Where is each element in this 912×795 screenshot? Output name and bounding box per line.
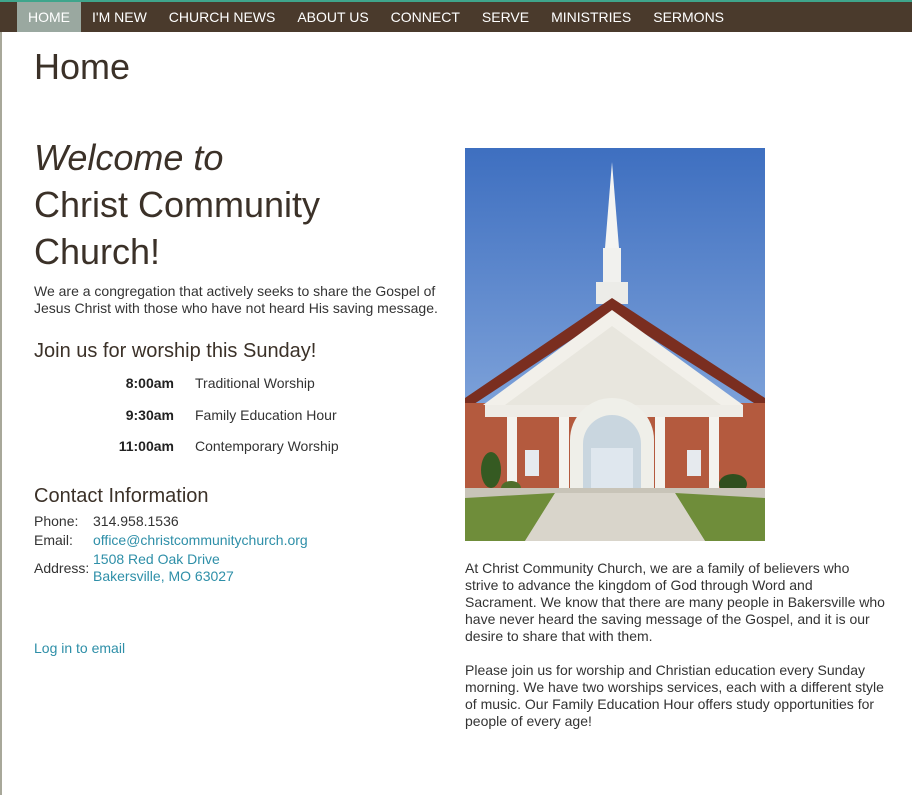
phone-value: 314.958.1536 [93, 513, 179, 529]
address-line-2: Bakersville, MO 63027 [93, 568, 234, 584]
intro-paragraph: We are a congregation that actively seek… [34, 283, 438, 316]
page-left-border [0, 0, 2, 795]
nav-item-im-new[interactable]: I'M NEW [81, 2, 158, 32]
address-label: Address: [34, 560, 90, 576]
church-photo [465, 148, 765, 541]
page-title: Home [34, 46, 131, 87]
about-paragraph-1: At Christ Community Church, we are a fam… [465, 560, 885, 644]
nav-item-home[interactable]: HOME [17, 2, 81, 32]
email-label: Email: [34, 532, 73, 548]
welcome-line-1: Welcome to [34, 137, 224, 178]
worship-heading: Join us for worship this Sunday! [34, 340, 317, 362]
service-name: Contemporary Worship [195, 438, 339, 454]
service-time: 11:00am [118, 438, 174, 454]
main-navigation: HOME I'M NEW CHURCH NEWS ABOUT US CONNEC… [0, 2, 912, 32]
nav-item-serve[interactable]: SERVE [471, 2, 540, 32]
service-time: 9:30am [125, 406, 174, 423]
welcome-heading: Welcome to Christ Community Church! [34, 134, 320, 275]
phone-label: Phone: [34, 513, 79, 529]
nav-item-sermons[interactable]: SERMONS [642, 2, 735, 32]
service-time: 8:00am [125, 375, 174, 391]
login-email-link[interactable]: Log in to email [34, 640, 125, 656]
about-paragraph-2: Please join us for worship and Christian… [465, 662, 884, 729]
service-name: Family Education Hour [195, 406, 337, 423]
welcome-line-3: Church! [34, 231, 161, 272]
nav-item-church-news[interactable]: CHURCH NEWS [158, 2, 287, 32]
nav-item-ministries[interactable]: MINISTRIES [540, 2, 642, 32]
address-link[interactable]: 1508 Red Oak Drive Bakersville, MO 63027 [93, 551, 234, 585]
nav-item-connect[interactable]: CONNECT [380, 2, 471, 32]
address-line-1: 1508 Red Oak Drive [93, 551, 220, 567]
church-illustration [465, 148, 765, 541]
service-name: Traditional Worship [195, 375, 315, 391]
nav-item-about-us[interactable]: ABOUT US [286, 2, 379, 32]
welcome-line-2: Christ Community [34, 184, 321, 225]
contact-heading: Contact Information [34, 485, 209, 507]
about-section: At Christ Community Church, we are a fam… [465, 560, 885, 747]
email-link[interactable]: office@christcommunitychurch.org [93, 532, 308, 549]
